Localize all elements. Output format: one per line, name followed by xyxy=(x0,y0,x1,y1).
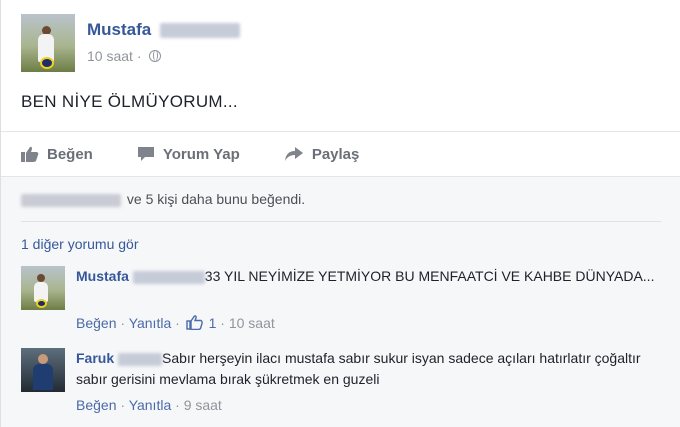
comment-avatar[interactable] xyxy=(21,348,65,392)
likes-summary: ve 5 kişi daha bunu beğendi. xyxy=(21,191,305,207)
share-button[interactable]: Paylaş xyxy=(284,145,360,163)
post-card: Mustafa 10 saat · BEN NİYE ÖLMÜYORUM... … xyxy=(0,0,680,427)
comment-body: Faruk Sabır herşeyin ilacı mustafa sabır… xyxy=(76,348,656,390)
comment-time[interactable]: 9 saat xyxy=(184,397,222,413)
comment-author-surname-blurred xyxy=(132,270,205,284)
thumbs-up-icon xyxy=(21,146,39,162)
like-button-label: Beğen xyxy=(47,145,93,163)
comment-time[interactable]: 10 saat xyxy=(229,315,275,331)
share-arrow-icon xyxy=(284,147,303,161)
like-button[interactable]: Beğen xyxy=(21,146,93,163)
comment-author-surname-blurred xyxy=(118,352,163,366)
post-author-first-name[interactable]: Mustafa xyxy=(87,20,151,39)
avatar-head xyxy=(37,274,45,282)
comment-reply-link[interactable]: Yanıtla xyxy=(129,397,172,413)
comment-like-count[interactable]: 1 xyxy=(209,315,217,331)
meta-separator: · xyxy=(136,48,142,64)
divider xyxy=(21,221,661,222)
post-meta: 10 saat · xyxy=(87,48,162,64)
share-button-label: Paylaş xyxy=(311,145,360,163)
liker-name-blurred xyxy=(21,193,121,207)
comment-actions: Beğen · Yanıtla · 9 saat xyxy=(76,397,222,413)
comment-author[interactable]: Faruk xyxy=(76,350,114,366)
dot-separator: · xyxy=(120,315,129,331)
divider xyxy=(1,131,680,132)
view-more-comments-link[interactable]: 1 diğer yorumu gör xyxy=(21,236,139,252)
comment-button[interactable]: Yorum Yap xyxy=(137,146,240,163)
comment-author[interactable]: Mustafa xyxy=(76,268,129,284)
comment-like-link[interactable]: Beğen xyxy=(76,315,116,331)
likes-summary-text[interactable]: ve 5 kişi daha bunu beğendi. xyxy=(127,191,305,207)
divider xyxy=(1,176,680,177)
dot-separator: · xyxy=(175,315,184,331)
post-author[interactable]: Mustafa xyxy=(87,20,240,40)
dot-separator: · xyxy=(120,397,129,413)
post-actions: Beğen Yorum Yap Paylaş xyxy=(21,143,403,165)
comment-reply-link[interactable]: Yanıtla xyxy=(129,315,172,331)
dot-separator: · xyxy=(220,315,229,331)
avatar-team-badge xyxy=(40,57,54,69)
post-time[interactable]: 10 saat xyxy=(87,48,133,64)
dot-separator: · xyxy=(175,397,184,413)
author-avatar[interactable] xyxy=(21,14,75,72)
like-count-thumb-icon[interactable] xyxy=(185,315,203,330)
avatar-team-badge xyxy=(36,299,47,308)
avatar-figure xyxy=(33,364,53,390)
globe-icon[interactable] xyxy=(149,50,162,62)
comment-like-link[interactable]: Beğen xyxy=(76,397,116,413)
comment-body: Mustafa 33 YIL NEYİMİZE YETMİYOR BU MENF… xyxy=(76,266,656,287)
comment-avatar[interactable] xyxy=(21,266,65,310)
comment-text: 33 YIL NEYİMİZE YETMİYOR BU MENFAATCİ VE… xyxy=(204,268,655,284)
comment-bubble-icon xyxy=(137,147,154,161)
author-surname-blurred xyxy=(159,23,240,39)
post-text: BEN NİYE ÖLMÜYORUM... xyxy=(21,92,238,111)
avatar-head xyxy=(38,354,48,364)
comment-button-label: Yorum Yap xyxy=(162,145,240,163)
comment-actions: Beğen · Yanıtla · 1 · 10 saat xyxy=(76,315,275,331)
